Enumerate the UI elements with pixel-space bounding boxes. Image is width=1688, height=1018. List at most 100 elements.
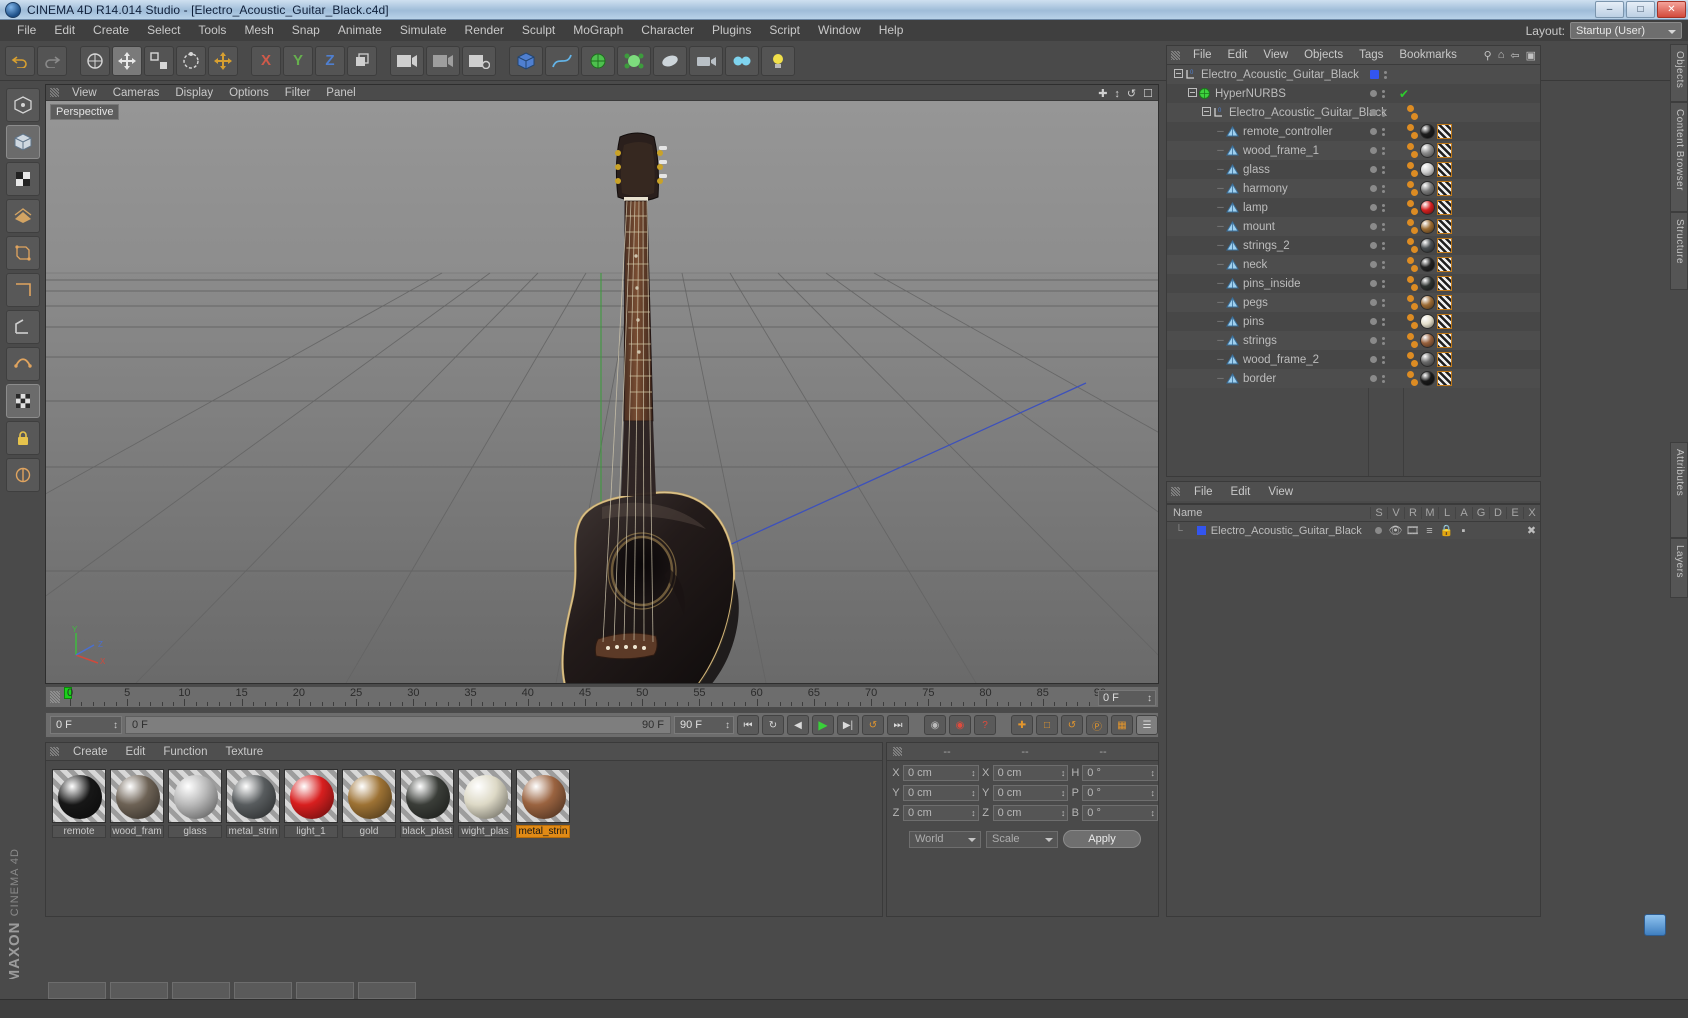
object-tag-area[interactable] — [1407, 295, 1452, 310]
tree-twirl-icon[interactable]: ─ — [1215, 164, 1226, 175]
material-swatch[interactable]: gold — [342, 769, 396, 838]
editor-render-dots[interactable] — [1382, 127, 1385, 136]
uvw-tag-icon[interactable] — [1437, 314, 1452, 329]
uvw-tag-icon[interactable] — [1437, 181, 1452, 196]
layer-xref-toggle[interactable]: ✖ — [1523, 524, 1540, 537]
tree-twirl-icon[interactable]: ─ — [1215, 373, 1226, 384]
material-tag-icon[interactable] — [1420, 124, 1435, 139]
material-swatch[interactable]: light_1 — [284, 769, 338, 838]
editor-render-dots[interactable] — [1382, 146, 1385, 155]
go-to-start-button[interactable]: ⏮ — [737, 715, 759, 735]
layer-color-swatch[interactable] — [1196, 526, 1206, 535]
home-icon[interactable]: ⌂ — [1498, 49, 1505, 62]
uvw-tag-icon[interactable] — [1437, 333, 1452, 348]
end-frame-field[interactable]: 90 F — [674, 716, 734, 734]
object-name[interactable]: lamp — [1243, 202, 1268, 214]
layer-col-g[interactable]: G — [1472, 507, 1489, 519]
timeline-grip-icon[interactable] — [50, 691, 60, 703]
tree-twirl-icon[interactable]: ─ — [1215, 183, 1226, 194]
layer-col-l[interactable]: L — [1438, 507, 1455, 519]
object-visibility-dots[interactable] — [1370, 70, 1400, 79]
back-icon[interactable]: ⇦ — [1510, 49, 1519, 62]
editor-render-dots[interactable] — [1382, 260, 1385, 269]
visibility-dot[interactable] — [1370, 318, 1377, 325]
menu-item-script[interactable]: Script — [760, 20, 809, 41]
material-tag-icon[interactable] — [1420, 219, 1435, 234]
object-tag-area[interactable] — [1407, 257, 1452, 272]
material-name[interactable]: glass — [168, 825, 222, 838]
lock-x-axis-button[interactable]: X — [251, 45, 281, 76]
material-menu-function[interactable]: Function — [154, 746, 216, 758]
coord-rotation-p-field[interactable]: 0 ° — [1082, 785, 1158, 801]
editor-render-dots[interactable] — [1382, 165, 1385, 174]
object-tree-row[interactable]: HyperNURBS ✔ — [1167, 84, 1540, 103]
visibility-dot[interactable] — [1370, 223, 1377, 230]
position-key-button[interactable]: ✚ — [1011, 715, 1033, 735]
object-tree-row[interactable]: 0 Electro_Acoustic_Guitar_Black — [1167, 103, 1540, 122]
menu-item-animate[interactable]: Animate — [329, 20, 391, 41]
left-tool-polygon-mode-button[interactable] — [6, 199, 40, 233]
add-deformer2-object-button[interactable] — [725, 45, 759, 76]
taskbar-item-5[interactable] — [296, 982, 354, 999]
object-tag-area[interactable] — [1407, 143, 1452, 158]
parameter-key-button[interactable]: Ⓟ — [1086, 715, 1108, 735]
material-name[interactable]: remote — [52, 825, 106, 838]
material-name[interactable]: light_1 — [284, 825, 338, 838]
menu-item-plugins[interactable]: Plugins — [703, 20, 760, 41]
viewport-menu-display[interactable]: Display — [167, 85, 221, 101]
menu-item-create[interactable]: Create — [84, 20, 138, 41]
visibility-dot[interactable] — [1370, 280, 1377, 287]
tree-twirl-icon[interactable] — [1187, 88, 1198, 99]
maximize-view-icon[interactable]: ☐ — [1143, 87, 1153, 100]
object-visibility-dots[interactable] — [1370, 317, 1400, 326]
object-menu-view[interactable]: View — [1255, 49, 1296, 61]
visibility-dot[interactable] — [1370, 128, 1377, 135]
material-menu-edit[interactable]: Edit — [117, 746, 155, 758]
material-tag-icon[interactable] — [1420, 143, 1435, 158]
timeline-ruler[interactable]: 051015202530354045505560657075808590 0 F — [45, 686, 1159, 708]
editor-render-dots[interactable] — [1382, 355, 1385, 364]
menu-item-mograph[interactable]: MoGraph — [564, 20, 632, 41]
viewport-menu-filter[interactable]: Filter — [277, 85, 319, 101]
object-menu-edit[interactable]: Edit — [1220, 49, 1256, 61]
maximize-button[interactable]: □ — [1626, 1, 1655, 18]
visibility-dot[interactable] — [1370, 147, 1377, 154]
layer-solo-toggle[interactable] — [1370, 527, 1387, 534]
object-tag-area[interactable] — [1407, 371, 1452, 386]
menu-item-edit[interactable]: Edit — [45, 20, 84, 41]
add-deformer-object-button[interactable] — [617, 45, 651, 76]
editor-render-dots[interactable] — [1382, 298, 1385, 307]
right-tab-layers[interactable]: Layers — [1670, 538, 1688, 598]
uvw-tag-icon[interactable] — [1437, 238, 1452, 253]
taskbar-item-1[interactable] — [48, 982, 106, 999]
layer-lock-toggle[interactable]: 🔒 — [1438, 524, 1455, 537]
render-settings-button[interactable] — [462, 45, 496, 76]
help-assistant-icon[interactable] — [1644, 914, 1666, 936]
left-tool-edges-mode-button[interactable] — [6, 273, 40, 307]
loop-button[interactable]: ↺ — [862, 715, 884, 735]
timeline-frame-field[interactable]: 0 F — [1098, 690, 1156, 706]
tree-twirl-icon[interactable]: ─ — [1215, 354, 1226, 365]
point-level-animation-button[interactable]: ▦ — [1111, 715, 1133, 735]
viewport-menu-panel[interactable]: Panel — [318, 85, 363, 101]
uvw-tag-icon[interactable] — [1437, 371, 1452, 386]
object-name[interactable]: pegs — [1243, 297, 1268, 309]
coord-rotation-h-field[interactable]: 0 ° — [1082, 765, 1158, 781]
object-menu-bookmarks[interactable]: Bookmarks — [1391, 49, 1465, 61]
uvw-tag-icon[interactable] — [1437, 352, 1452, 367]
layer-manager-toggle[interactable]: ≡ — [1421, 525, 1438, 537]
menu-item-sculpt[interactable]: Sculpt — [513, 20, 564, 41]
go-to-end-button[interactable]: ⏭ — [887, 715, 909, 735]
coordinate-space-dropdown[interactable]: World — [909, 830, 981, 848]
object-name[interactable]: pins_inside — [1243, 278, 1301, 290]
uvw-tag-icon[interactable] — [1437, 124, 1452, 139]
object-visibility-dots[interactable] — [1370, 203, 1400, 212]
tree-twirl-icon[interactable]: ─ — [1215, 145, 1226, 156]
move-duplicate-tool-button[interactable] — [208, 45, 238, 76]
coord-position-y-field[interactable]: 0 cm — [902, 785, 979, 801]
object-name[interactable]: glass — [1243, 164, 1270, 176]
material-swatch[interactable]: metal_strin — [226, 769, 280, 838]
tree-twirl-icon[interactable]: ─ — [1215, 240, 1226, 251]
uvw-tag-icon[interactable] — [1437, 276, 1452, 291]
object-tag-area[interactable] — [1407, 162, 1452, 177]
